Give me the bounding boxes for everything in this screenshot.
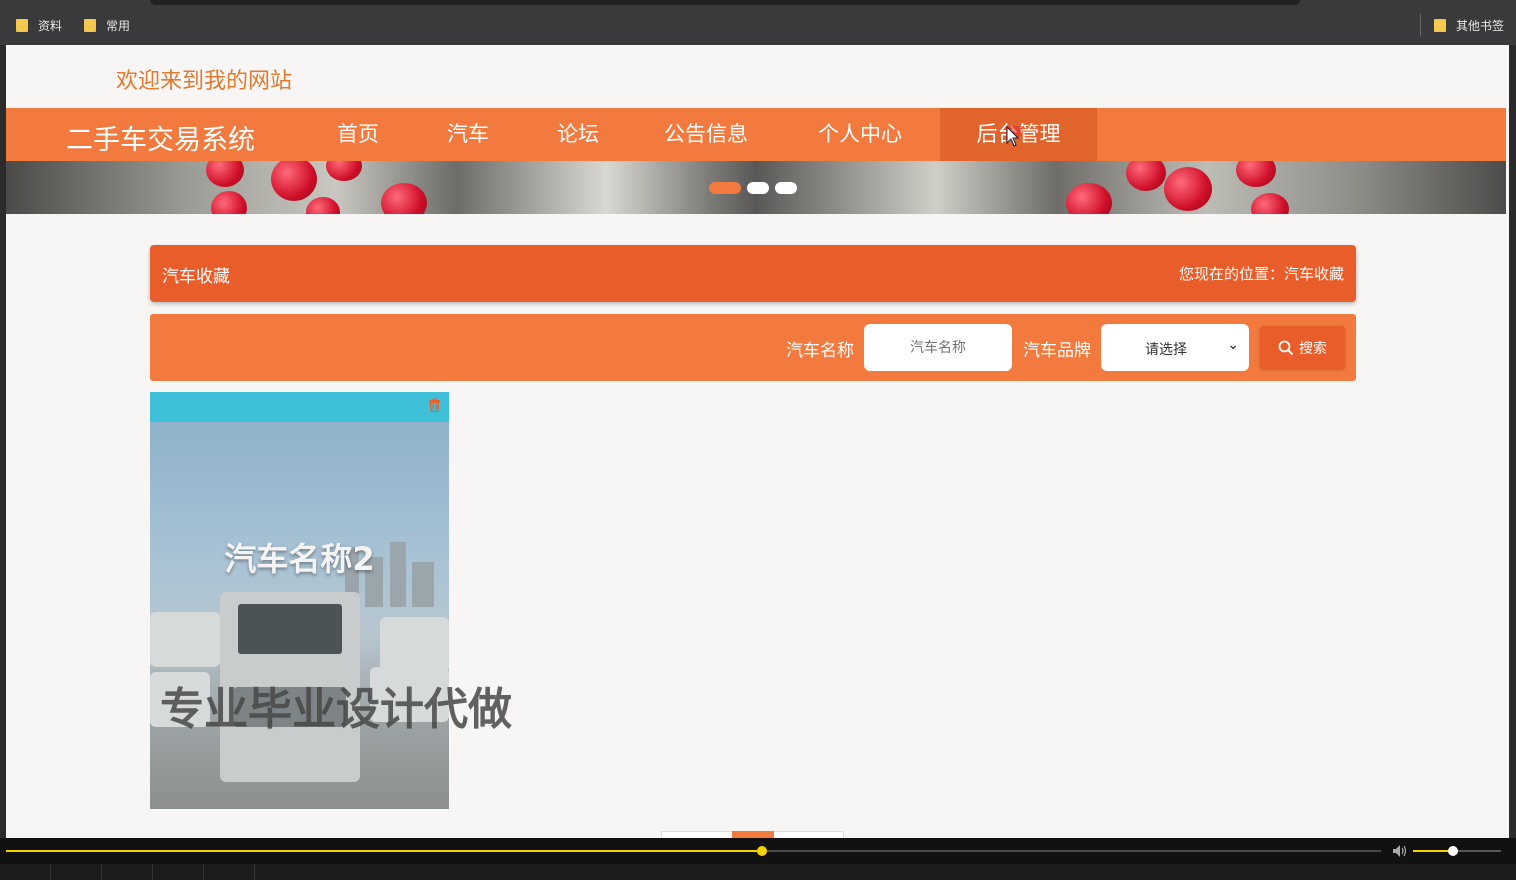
berry-decoration bbox=[1164, 167, 1212, 211]
taskbar-slot[interactable] bbox=[102, 864, 153, 880]
berry-decoration bbox=[1236, 161, 1276, 187]
banner-carousel[interactable] bbox=[6, 161, 1506, 214]
volume-slider-fill bbox=[1413, 850, 1453, 852]
car-brand-select[interactable]: 请选择 ⌄ bbox=[1101, 324, 1249, 371]
volume-handle[interactable] bbox=[1447, 846, 1458, 856]
taskbar bbox=[0, 864, 1516, 880]
bookmark-label: 常用 bbox=[106, 18, 131, 33]
nav-item-profile[interactable]: 个人中心 bbox=[796, 108, 924, 161]
favorite-car-card[interactable]: 汽车名称2 bbox=[150, 392, 449, 809]
pagination-current[interactable] bbox=[732, 831, 774, 838]
search-bar: 汽车名称 汽车品牌 请选择 ⌄ 搜索 bbox=[150, 314, 1356, 381]
berry-decoration bbox=[271, 161, 317, 201]
berry-decoration bbox=[206, 161, 244, 187]
nav-item-forum[interactable]: 论坛 bbox=[536, 108, 620, 161]
pagination[interactable] bbox=[661, 831, 844, 838]
berry-decoration bbox=[1126, 161, 1166, 191]
car-brand-select-value: 请选择 bbox=[1145, 342, 1187, 358]
seek-bar[interactable] bbox=[6, 850, 1381, 852]
berry-decoration bbox=[1251, 193, 1289, 214]
search-button[interactable]: 搜索 bbox=[1260, 326, 1345, 369]
nav-item-home[interactable]: 首页 bbox=[316, 108, 400, 161]
taskbar-slot[interactable] bbox=[153, 864, 204, 880]
section-title: 汽车收藏 bbox=[162, 267, 230, 287]
bookmark-folder-changyong[interactable]: 常用 bbox=[84, 16, 130, 34]
carousel-dot-1[interactable] bbox=[709, 182, 741, 194]
breadcrumb: 您现在的位置：汽车收藏 bbox=[1178, 265, 1344, 283]
berry-decoration bbox=[211, 191, 247, 214]
parked-suv bbox=[380, 617, 449, 672]
mouse-cursor-icon bbox=[1006, 126, 1022, 147]
folder-icon bbox=[84, 18, 96, 32]
taskbar-slot[interactable] bbox=[204, 864, 255, 880]
bookmarks-bar: 资料 常用 其他书签 bbox=[0, 0, 1516, 45]
taskbar-slot[interactable] bbox=[0, 864, 51, 880]
berry-decoration bbox=[326, 161, 362, 181]
carousel-dot-3[interactable] bbox=[775, 182, 797, 194]
car-brand-label: 汽车品牌 bbox=[1023, 341, 1091, 361]
bookmark-separator bbox=[1420, 14, 1421, 36]
chevron-down-icon: ⌄ bbox=[1227, 337, 1239, 353]
section-header: 汽车收藏 您现在的位置：汽车收藏 bbox=[150, 245, 1356, 302]
taskbar-slot[interactable] bbox=[51, 864, 102, 880]
web-page: 欢迎来到我的网站 二手车交易系统 首页 汽车 论坛 公告信息 个人中心 后台管理… bbox=[6, 45, 1509, 838]
trash-icon[interactable] bbox=[428, 398, 441, 412]
seek-handle[interactable] bbox=[757, 846, 768, 856]
nav-item-announcements[interactable]: 公告信息 bbox=[646, 108, 766, 161]
berry-decoration bbox=[1066, 183, 1112, 214]
car-name-label: 汽车名称 bbox=[786, 341, 854, 361]
car-title: 汽车名称2 bbox=[224, 540, 375, 578]
folder-icon bbox=[1434, 18, 1446, 32]
address-bar-edge[interactable] bbox=[150, 0, 1300, 5]
main-nav: 二手车交易系统 首页 汽车 论坛 公告信息 个人中心 后台管理 bbox=[6, 108, 1506, 161]
search-icon bbox=[1278, 340, 1294, 355]
nav-item-cars[interactable]: 汽车 bbox=[426, 108, 510, 161]
bookmark-label: 资料 bbox=[38, 18, 63, 33]
folder-icon bbox=[16, 18, 28, 32]
watermark-text: 专业毕业设计代做 bbox=[160, 684, 512, 735]
search-button-label: 搜索 bbox=[1299, 340, 1327, 357]
car-name-input[interactable] bbox=[864, 324, 1012, 371]
card-header bbox=[150, 392, 449, 422]
site-brand[interactable]: 二手车交易系统 bbox=[66, 118, 255, 157]
bookmark-label: 其他书签 bbox=[1456, 18, 1505, 33]
berry-decoration bbox=[306, 197, 340, 214]
bookmark-folder-ziliao[interactable]: 资料 bbox=[16, 16, 62, 34]
volume-icon[interactable] bbox=[1392, 844, 1408, 858]
seek-bar-fill bbox=[6, 850, 763, 852]
welcome-text: 欢迎来到我的网站 bbox=[116, 69, 293, 94]
windshield bbox=[238, 604, 342, 654]
bookmark-folder-other[interactable]: 其他书签 bbox=[1434, 16, 1504, 34]
berry-decoration bbox=[381, 183, 427, 214]
carousel-dot-2[interactable] bbox=[747, 182, 769, 194]
car-image: 汽车名称2 bbox=[150, 422, 449, 809]
parked-suv bbox=[150, 612, 220, 667]
